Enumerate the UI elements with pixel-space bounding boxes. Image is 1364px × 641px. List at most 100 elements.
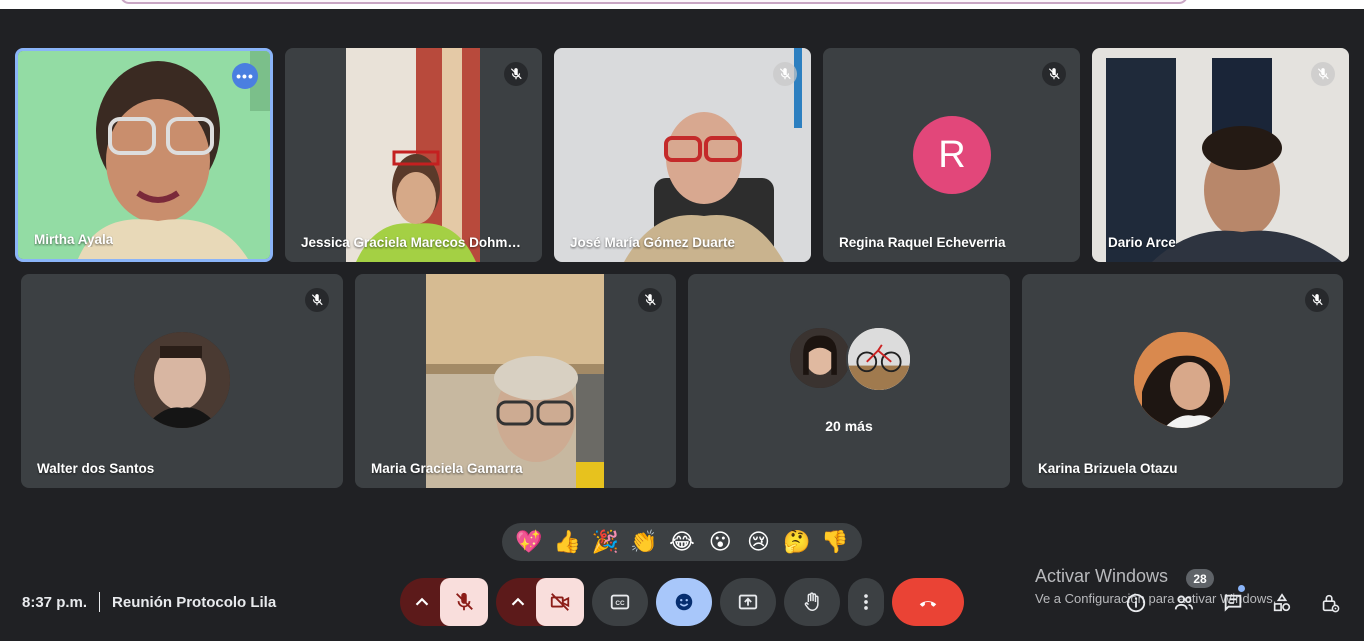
chat-notification-dot xyxy=(1238,585,1245,592)
present-to-all-icon xyxy=(738,594,758,610)
mic-off-indicator xyxy=(305,288,329,312)
reaction-sad[interactable]: 😢 xyxy=(743,527,773,557)
participant-tile-mirtha[interactable]: ••• Mirtha Ayala xyxy=(15,48,273,262)
chevron-up-icon xyxy=(415,597,429,606)
meeting-info: 8:37 p.m. Reunión Protocolo Lila xyxy=(22,591,276,613)
video-feed xyxy=(346,48,480,262)
info-icon xyxy=(1126,593,1146,613)
reaction-surprised[interactable]: 😮 xyxy=(705,527,735,557)
meeting-time: 8:37 p.m. xyxy=(22,593,88,611)
browser-top-strip xyxy=(0,0,1364,9)
meeting-details-button[interactable] xyxy=(1122,589,1150,617)
participant-video-figure xyxy=(1092,48,1349,262)
participant-name: Mirtha Ayala xyxy=(34,232,114,247)
mic-control-group xyxy=(400,578,488,626)
mic-off-indicator xyxy=(773,62,797,86)
avatar-photo xyxy=(134,332,230,428)
divider xyxy=(99,592,101,612)
mic-toggle-button[interactable] xyxy=(440,578,488,626)
participant-tile-regina[interactable]: R Regina Raquel Echeverria xyxy=(823,48,1080,262)
present-button[interactable] xyxy=(720,578,776,626)
participant-tile-walter[interactable]: Walter dos Santos xyxy=(21,274,343,488)
camera-options-button[interactable] xyxy=(496,578,540,626)
avatar xyxy=(1134,332,1230,428)
participant-name: José María Gómez Duarte xyxy=(570,235,736,250)
video-feed xyxy=(554,48,811,262)
video-feed xyxy=(1092,48,1349,262)
video-feed xyxy=(426,274,604,488)
participant-video-figure xyxy=(18,51,270,259)
participant-tile-maria[interactable]: Maria Graciela Gamarra xyxy=(355,274,676,488)
end-call-button[interactable] xyxy=(892,578,964,626)
mic-off-icon xyxy=(1311,294,1323,306)
mic-off-icon xyxy=(644,294,656,306)
mic-off-icon xyxy=(1317,68,1329,80)
participant-name: Karina Brizuela Otazu xyxy=(1038,461,1178,476)
host-controls-button[interactable] xyxy=(1316,589,1344,617)
raise-hand-icon xyxy=(804,592,819,611)
avatar-photo xyxy=(848,328,910,390)
camera-control-group xyxy=(496,578,584,626)
watermark-title: Activar Windows xyxy=(1035,566,1169,586)
people-icon xyxy=(1174,595,1194,610)
avatar: R xyxy=(913,116,991,194)
reaction-clapping[interactable]: 👏 xyxy=(629,527,659,557)
mic-off-icon xyxy=(779,68,791,80)
participant-tile-karina[interactable]: Karina Brizuela Otazu xyxy=(1022,274,1343,488)
camera-toggle-button[interactable] xyxy=(536,578,584,626)
mic-off-indicator xyxy=(504,62,528,86)
participant-name: Regina Raquel Echeverria xyxy=(839,235,1006,250)
avatar-other-1 xyxy=(788,326,852,390)
reaction-party-popper[interactable]: 🎉 xyxy=(591,527,621,557)
participant-tile-jose[interactable]: José María Gómez Duarte xyxy=(554,48,811,262)
mic-off-icon xyxy=(311,294,323,306)
participant-tile-dario[interactable]: Dario Arce xyxy=(1092,48,1349,262)
others-count-label: 20 más xyxy=(825,418,873,434)
meeting-title: Reunión Protocolo Lila xyxy=(112,593,277,611)
raise-hand-button[interactable] xyxy=(784,578,840,626)
video-feed xyxy=(18,51,270,259)
chat-button[interactable] xyxy=(1219,589,1247,617)
reaction-thumbs-down[interactable]: 👎 xyxy=(820,527,850,557)
participant-count-badge: 28 xyxy=(1186,569,1214,588)
host-controls-icon xyxy=(1322,594,1340,613)
reaction-bar: 💖 👍 🎉 👏 😂 😮 😢 🤔 👎 xyxy=(502,523,862,561)
mic-off-indicator xyxy=(1305,288,1329,312)
reaction-thumbs-up[interactable]: 👍 xyxy=(552,527,582,557)
videocam-off-icon xyxy=(550,593,570,611)
participant-video-figure xyxy=(426,274,604,488)
participant-tile-jessica[interactable]: Jessica Graciela Marecos Dohm… xyxy=(285,48,542,262)
svg-text:CC: CC xyxy=(615,600,625,607)
avatar xyxy=(134,332,230,428)
avatar-photo xyxy=(1134,332,1230,428)
call-end-icon xyxy=(919,601,937,607)
participant-name: Dario Arce xyxy=(1108,235,1176,250)
more-vert-icon xyxy=(864,594,868,610)
closed-caption-icon: CC xyxy=(610,594,630,610)
avatar-photo xyxy=(790,328,850,388)
reaction-sparkling-heart[interactable]: 💖 xyxy=(514,527,544,557)
people-button[interactable] xyxy=(1170,589,1198,617)
reaction-thinking[interactable]: 🤔 xyxy=(782,527,812,557)
address-bar-edge xyxy=(120,0,1188,4)
mic-off-indicator xyxy=(638,288,662,312)
activities-button[interactable] xyxy=(1268,589,1296,617)
mic-off-icon xyxy=(456,592,473,611)
reaction-laughing[interactable]: 😂 xyxy=(667,527,697,557)
mic-options-button[interactable] xyxy=(400,578,444,626)
emoji-icon xyxy=(675,593,693,611)
mic-off-indicator xyxy=(1042,62,1066,86)
chevron-up-icon xyxy=(511,597,525,606)
participant-name: Jessica Graciela Marecos Dohm… xyxy=(301,235,521,250)
mic-off-indicator xyxy=(1311,62,1335,86)
participant-name: Maria Graciela Gamarra xyxy=(371,461,523,476)
more-options-button[interactable]: ••• xyxy=(232,63,258,89)
others-tile[interactable]: 20 más xyxy=(688,274,1010,488)
participant-video-figure xyxy=(554,48,811,262)
avatar-initial: R xyxy=(938,133,966,176)
mic-off-icon xyxy=(510,68,522,80)
captions-button[interactable]: CC xyxy=(592,578,648,626)
more-options-button[interactable] xyxy=(848,578,884,626)
reactions-button[interactable] xyxy=(656,578,712,626)
participant-video-figure xyxy=(346,48,480,262)
